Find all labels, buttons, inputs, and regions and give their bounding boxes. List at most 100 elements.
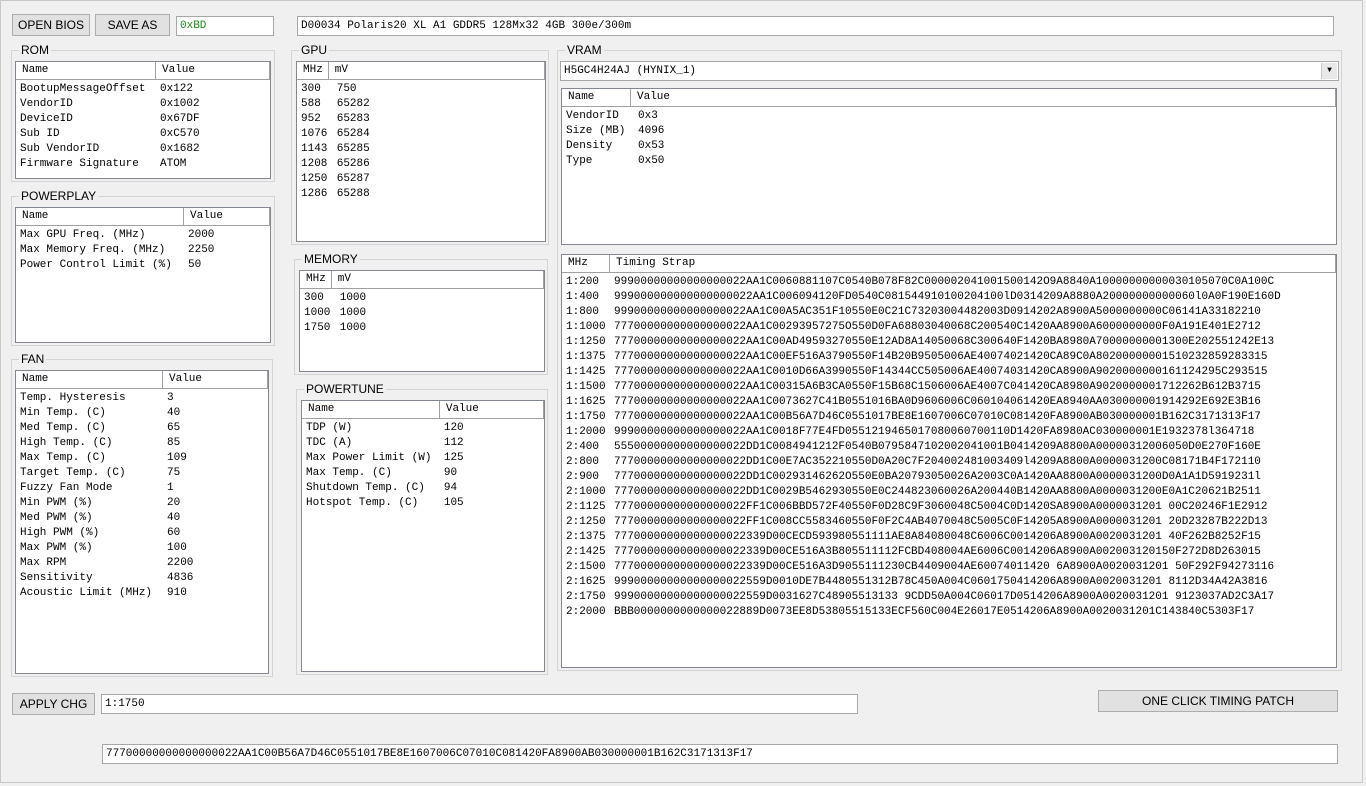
vram-row[interactable]: VendorID 0x3 — [562, 109, 1336, 124]
fan-row[interactable]: Med Temp. (C) 65 — [16, 421, 268, 436]
timing-row[interactable]: 2:1250 77700000000000000022FF1C008CC55834… — [562, 515, 1336, 530]
fan-row[interactable]: Max PWM (%) 100 — [16, 541, 268, 556]
gpu-col-mv[interactable]: mV — [329, 62, 545, 79]
strap-value-field[interactable]: 77700000000000000022AA1C00B56A7D46C05510… — [102, 744, 1338, 764]
timing-row[interactable]: 2:1625 99900000000000000022559D0010DE7B44… — [562, 575, 1336, 590]
fan-list[interactable]: Name Value Temp. Hysteresis 3 Min Temp. (C… — [15, 370, 269, 674]
gpu-row[interactable]: 1076 65284 — [297, 127, 545, 142]
timing-row[interactable]: 1:1750 77700000000000000022AA1C00B56A7D46… — [562, 410, 1336, 425]
timing-row[interactable]: 2:1425 77700000000000000022339D00CE516A3B… — [562, 545, 1336, 560]
rom-col-value[interactable]: Value — [156, 62, 270, 79]
timing-row[interactable]: 2:1750 99900000000000000022559D0031627C48… — [562, 590, 1336, 605]
powertune-row[interactable]: Max Temp. (C) 90 — [302, 466, 544, 481]
powertune-row[interactable]: TDC (A) 112 — [302, 436, 544, 451]
timing-row[interactable]: 2:2000 BBB0000000000000022889D0073EE8D538… — [562, 605, 1336, 620]
timing-row[interactable]: 2:900 77700000000000000022DD1C00293146262… — [562, 470, 1336, 485]
fan-col-value[interactable]: Value — [163, 371, 268, 388]
powertune-row[interactable]: Hotspot Temp. (C) 105 — [302, 496, 544, 511]
rom-row[interactable]: Sub VendorID 0x1682 — [16, 142, 270, 157]
open-bios-button[interactable]: OPEN BIOS — [12, 14, 90, 36]
timing-row[interactable]: 1:1425 77700000000000000022AA1C0010D66A39… — [562, 365, 1336, 380]
memory-row[interactable]: 1750 1000 — [300, 321, 544, 336]
memory-col-mv[interactable]: mV — [332, 271, 544, 288]
powertune-row[interactable]: TDP (W) 120 — [302, 421, 544, 436]
timing-list[interactable]: MHz Timing Strap 1:200 999000000000000000… — [561, 254, 1337, 668]
timing-row[interactable]: 1:1000 77700000000000000022AA1C0029395727… — [562, 320, 1336, 335]
fan-row[interactable]: Temp. Hysteresis 3 — [16, 391, 268, 406]
gpu-row[interactable]: 1250 65287 — [297, 172, 545, 187]
gpu-row[interactable]: 1143 65285 — [297, 142, 545, 157]
powertune-row[interactable]: Shutdown Temp. (C) 94 — [302, 481, 544, 496]
gpu-row[interactable]: 588 65282 — [297, 97, 545, 112]
vram-row[interactable]: Type 0x50 — [562, 154, 1336, 169]
fan-row[interactable]: Acoustic Limit (MHz) 910 — [16, 586, 268, 601]
gpu-row[interactable]: 952 65283 — [297, 112, 545, 127]
timing-row[interactable]: 1:1250 77700000000000000022AA1C00AD495932… — [562, 335, 1336, 350]
memory-col-mhz[interactable]: MHz — [300, 271, 332, 288]
vram-col-name[interactable]: Name — [562, 89, 631, 106]
timing-row[interactable]: 2:1500 77700000000000000022339D00CE516A3D… — [562, 560, 1336, 575]
timing-row[interactable]: 2:400 55500000000000000022DD1C0084941212F… — [562, 440, 1336, 455]
rom-row[interactable]: BootupMessageOffset 0x122 — [16, 82, 270, 97]
vram-info-list[interactable]: Name Value VendorID 0x3 Size (MB) 4096 Densi… — [561, 88, 1337, 245]
powertune-col-value[interactable]: Value — [440, 401, 544, 418]
fan-row[interactable]: High PWM (%) 60 — [16, 526, 268, 541]
selected-strap-field[interactable]: 1:1750 — [101, 694, 858, 714]
save-as-button[interactable]: SAVE AS — [95, 14, 170, 36]
gpu-row[interactable]: 1286 65288 — [297, 187, 545, 202]
vram-row[interactable]: Density 0x53 — [562, 139, 1336, 154]
powerplay-col-value[interactable]: Value — [184, 208, 270, 225]
rom-row[interactable]: DeviceID 0x67DF — [16, 112, 270, 127]
fan-row[interactable]: Sensitivity 4836 — [16, 571, 268, 586]
fan-row[interactable]: High Temp. (C) 85 — [16, 436, 268, 451]
gpu-row[interactable]: 300 750 — [297, 82, 545, 97]
timing-row[interactable]: 1:400 999000000000000000022AA1C006094120F… — [562, 290, 1336, 305]
fan-row[interactable]: Med PWM (%) 40 — [16, 511, 268, 526]
fan-row[interactable]: Fuzzy Fan Mode 1 — [16, 481, 268, 496]
timing-row[interactable]: 1:200 99900000000000000022AA1C0060881107C… — [562, 275, 1336, 290]
vram-row[interactable]: Size (MB) 4096 — [562, 124, 1336, 139]
fan-row[interactable]: Min PWM (%) 20 — [16, 496, 268, 511]
timing-row[interactable]: 2:800 77700000000000000022DD1C00E7AC35221… — [562, 455, 1336, 470]
chevron-down-icon[interactable]: ▼ — [1321, 63, 1337, 79]
timing-col-mhz[interactable]: MHz — [562, 255, 610, 272]
fan-row[interactable]: Max Temp. (C) 109 — [16, 451, 268, 466]
timing-col-strap[interactable]: Timing Strap — [610, 255, 1336, 272]
powertune-row[interactable]: Max Power Limit (W) 125 — [302, 451, 544, 466]
powerplay-row[interactable]: Power Control Limit (%) 50 — [16, 258, 270, 273]
fan-row[interactable]: Min Temp. (C) 40 — [16, 406, 268, 421]
vram-col-value[interactable]: Value — [631, 89, 1336, 106]
powertune-list[interactable]: Name Value TDP (W) 120 TDC (A) 112 Max Power… — [301, 400, 545, 672]
gpu-row[interactable]: 1208 65286 — [297, 157, 545, 172]
one-click-timing-patch-button[interactable]: ONE CLICK TIMING PATCH — [1098, 690, 1338, 712]
timing-row[interactable]: 1:1625 77700000000000000022AA1C0073627C41… — [562, 395, 1336, 410]
fan-row[interactable]: Max RPM 2200 — [16, 556, 268, 571]
gpu-list[interactable]: MHz mV 300 750 588 65282 952 65283 1076 65284 11… — [296, 61, 546, 242]
memory-list[interactable]: MHz mV 300 1000 1000 1000 1750 1000 — [299, 270, 545, 372]
timing-row[interactable]: 2:1000 77700000000000000022DD1C0029B54629… — [562, 485, 1336, 500]
timing-row[interactable]: 2:1375 77700000000000000022339D00CECD5939… — [562, 530, 1336, 545]
powerplay-row[interactable]: Max Memory Freq. (MHz) 2250 — [16, 243, 270, 258]
timing-row[interactable]: 1:800 99900000000000000022AA1C00A5AC351F1… — [562, 305, 1336, 320]
fan-col-name[interactable]: Name — [16, 371, 163, 388]
rom-row[interactable]: Sub ID 0xC570 — [16, 127, 270, 142]
gpu-col-mhz[interactable]: MHz — [297, 62, 329, 79]
memory-row[interactable]: 300 1000 — [300, 291, 544, 306]
timing-row[interactable]: 2:1125 77700000000000000022FF1C006BBD572F… — [562, 500, 1336, 515]
rom-row[interactable]: Firmware Signature ATOM — [16, 157, 270, 172]
timing-row[interactable]: 1:1500 77700000000000000022AA1C00315A6B3C… — [562, 380, 1336, 395]
timing-row[interactable]: 1:1375 77700000000000000022AA1C00EF516A37… — [562, 350, 1336, 365]
timing-row-mhz: 1:1425 — [566, 366, 606, 378]
timing-row[interactable]: 1:2000 99900000000000000022AA1C0018F77E4F… — [562, 425, 1336, 440]
rom-list[interactable]: Name Value BootupMessageOffset 0x122 Vendo… — [15, 61, 271, 179]
fan-row[interactable]: Target Temp. (C) 75 — [16, 466, 268, 481]
powerplay-col-name[interactable]: Name — [16, 208, 184, 225]
apply-chg-button[interactable]: APPLY CHG — [12, 693, 95, 715]
memory-row[interactable]: 1000 1000 — [300, 306, 544, 321]
rom-row[interactable]: VendorID 0x1002 — [16, 97, 270, 112]
vram-select[interactable]: H5GC4H24AJ (HYNIX_1) ▼ — [560, 61, 1339, 81]
powerplay-list[interactable]: Name Value Max GPU Freq. (MHz) 2000 Max Me… — [15, 207, 271, 343]
rom-col-name[interactable]: Name — [16, 62, 156, 79]
powertune-col-name[interactable]: Name — [302, 401, 440, 418]
powerplay-row[interactable]: Max GPU Freq. (MHz) 2000 — [16, 228, 270, 243]
